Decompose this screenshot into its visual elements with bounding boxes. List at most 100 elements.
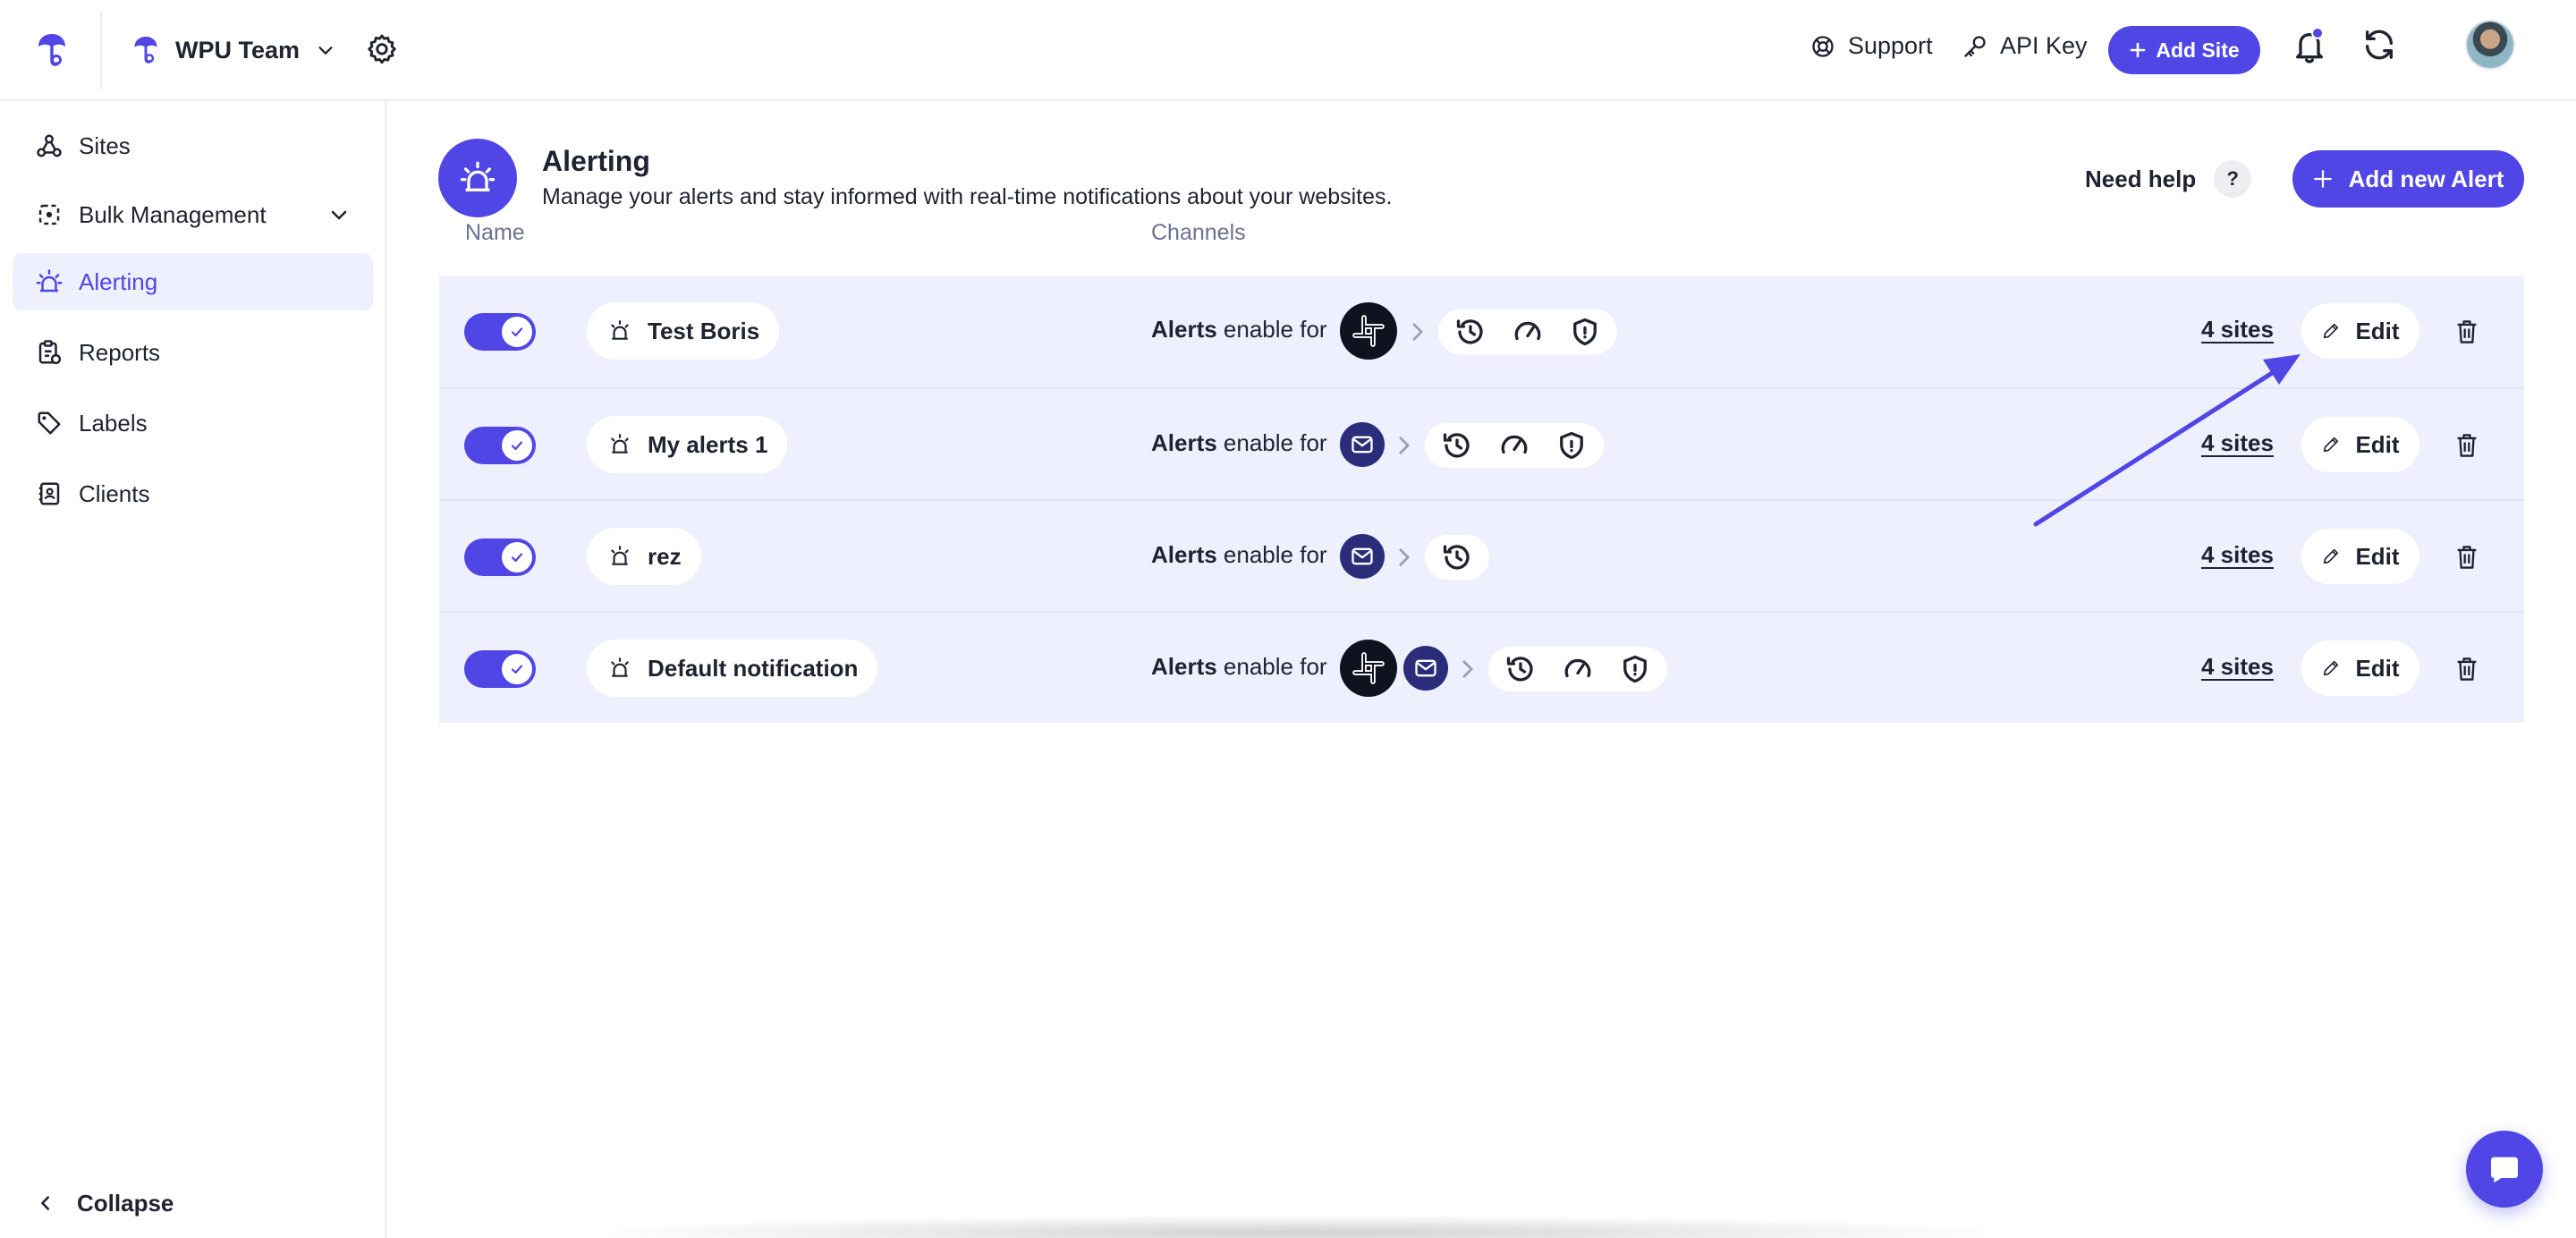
chevron-left-icon [41, 1196, 50, 1210]
slack-icon [1352, 315, 1385, 347]
enable-for-text: enable for [1216, 316, 1327, 343]
edit-label: Edit [2355, 542, 2400, 570]
toggle-knob [502, 654, 532, 684]
email-channel-icon [1340, 534, 1385, 579]
need-help-label: Need help [2085, 165, 2197, 192]
sites-count-link[interactable]: 4 sites [2201, 653, 2274, 681]
avatar[interactable] [2465, 20, 2515, 70]
plus-icon [2313, 170, 2332, 188]
sidebar-item-label: Sites [79, 131, 131, 159]
edit-label: Edit [2355, 654, 2400, 682]
trash-icon[interactable] [2454, 656, 2479, 683]
trash-icon[interactable] [2454, 432, 2479, 459]
top-bar: WPU Team Support API Key Add Site [0, 0, 2576, 101]
reports-icon [38, 340, 62, 365]
chat-launcher-button[interactable] [2466, 1131, 2543, 1208]
history-icon [1443, 545, 1470, 570]
history-icon [1443, 433, 1470, 458]
edit-button[interactable]: Edit [2301, 529, 2419, 584]
sidebar-item-bulk-management[interactable]: Bulk Management [13, 186, 373, 243]
tag-icon [38, 411, 61, 435]
edit-button[interactable]: Edit [2301, 417, 2419, 472]
collapse-button[interactable]: Collapse [36, 1181, 174, 1225]
sidebar-item-labels[interactable]: Labels [13, 394, 373, 452]
mail-icon [1352, 547, 1373, 565]
alert-name-pill[interactable]: My alerts 1 [587, 416, 788, 473]
sidebar-item-label: Labels [79, 409, 148, 437]
alarm-icon [611, 320, 629, 340]
logo-icon[interactable] [36, 32, 68, 68]
alert-types-pill [1425, 535, 1489, 580]
sidebar-item-clients[interactable]: Clients [13, 465, 373, 522]
sidebar-item-label: Clients [79, 479, 150, 507]
alert-toggle[interactable] [464, 650, 536, 688]
lifebuoy-icon [1812, 35, 1834, 57]
history-icon [1506, 657, 1533, 682]
chevron-right-icon [1462, 660, 1474, 678]
add-site-button[interactable]: Add Site [2108, 26, 2260, 74]
mail-icon [1415, 659, 1436, 677]
alerts-enable-text: Alerts enable for [1151, 541, 1327, 569]
collapse-label: Collapse [77, 1189, 174, 1217]
alerts-word: Alerts [1151, 316, 1217, 343]
team-switcher[interactable]: WPU Team [132, 27, 335, 73]
sidebar-item-reports[interactable]: Reports [13, 324, 373, 381]
mail-icon [1352, 436, 1373, 454]
gear-icon[interactable] [365, 32, 399, 66]
alarm-icon [460, 161, 496, 191]
sidebar-item-alerting[interactable]: Alerting [13, 253, 373, 310]
check-icon [511, 441, 523, 451]
sites-count-link[interactable]: 4 sites [2201, 316, 2274, 343]
page-subtitle: Manage your alerts and stay informed wit… [542, 184, 1393, 209]
chevron-down-icon [331, 210, 347, 220]
sidebar-item-sites[interactable]: Sites [13, 117, 373, 174]
pencil-icon [2324, 323, 2339, 339]
chevron-right-icon [1399, 437, 1411, 454]
sidebar-item-label: Bulk Management [79, 200, 267, 228]
alerts-table: Test Boris Alerts enable for 4 sites Edi… [439, 276, 2524, 723]
sites-count-link[interactable]: 4 sites [2201, 541, 2274, 569]
check-icon [511, 327, 523, 337]
alerts-enable-text: Alerts enable for [1151, 429, 1327, 457]
history-icon [1456, 319, 1483, 344]
edit-label: Edit [2355, 317, 2400, 344]
alert-toggle[interactable] [464, 313, 536, 351]
alert-name-pill[interactable]: Default notification [587, 640, 878, 697]
alert-name-pill[interactable]: Test Boris [587, 302, 780, 360]
refresh-icon[interactable] [2361, 27, 2397, 63]
slack-icon [1352, 652, 1385, 684]
key-icon [1964, 35, 1986, 57]
sidebar: Sites Bulk Management Alerting Reports L… [0, 101, 386, 1238]
alert-name: Test Boris [648, 317, 760, 344]
alert-toggle[interactable] [464, 427, 536, 464]
slack-channel-icon [1340, 640, 1397, 697]
alarm-icon [611, 434, 629, 454]
topbar-divider [100, 11, 102, 89]
check-icon [511, 553, 523, 563]
add-new-alert-button[interactable]: Add new Alert [2292, 150, 2524, 208]
need-help-link[interactable]: Need help ? [2085, 160, 2252, 198]
column-header-name: Name [465, 220, 525, 245]
trash-icon[interactable] [2454, 544, 2479, 571]
add-new-alert-label: Add new Alert [2348, 165, 2504, 192]
alerts-word: Alerts [1151, 429, 1217, 456]
alert-types-pill [1425, 423, 1604, 468]
api-key-link[interactable]: API Key [1962, 32, 2088, 60]
toggle-knob [502, 430, 532, 461]
trash-icon[interactable] [2454, 318, 2479, 345]
support-link[interactable]: Support [1810, 32, 1933, 60]
speedometer-icon [1514, 321, 1541, 341]
sites-count-link[interactable]: 4 sites [2201, 429, 2274, 457]
edit-button[interactable]: Edit [2301, 303, 2419, 359]
chevron-down-icon [318, 47, 333, 55]
alerts-word: Alerts [1151, 653, 1217, 680]
alert-types-pill [1488, 647, 1667, 691]
api-key-label: API Key [2000, 32, 2088, 59]
alerts-word: Alerts [1151, 541, 1217, 568]
alert-toggle[interactable] [464, 538, 536, 576]
email-channel-icon [1340, 422, 1385, 467]
check-icon [511, 665, 523, 674]
alert-name-pill[interactable]: rez [587, 528, 701, 585]
team-logo-icon [134, 37, 157, 64]
edit-button[interactable]: Edit [2301, 640, 2419, 696]
